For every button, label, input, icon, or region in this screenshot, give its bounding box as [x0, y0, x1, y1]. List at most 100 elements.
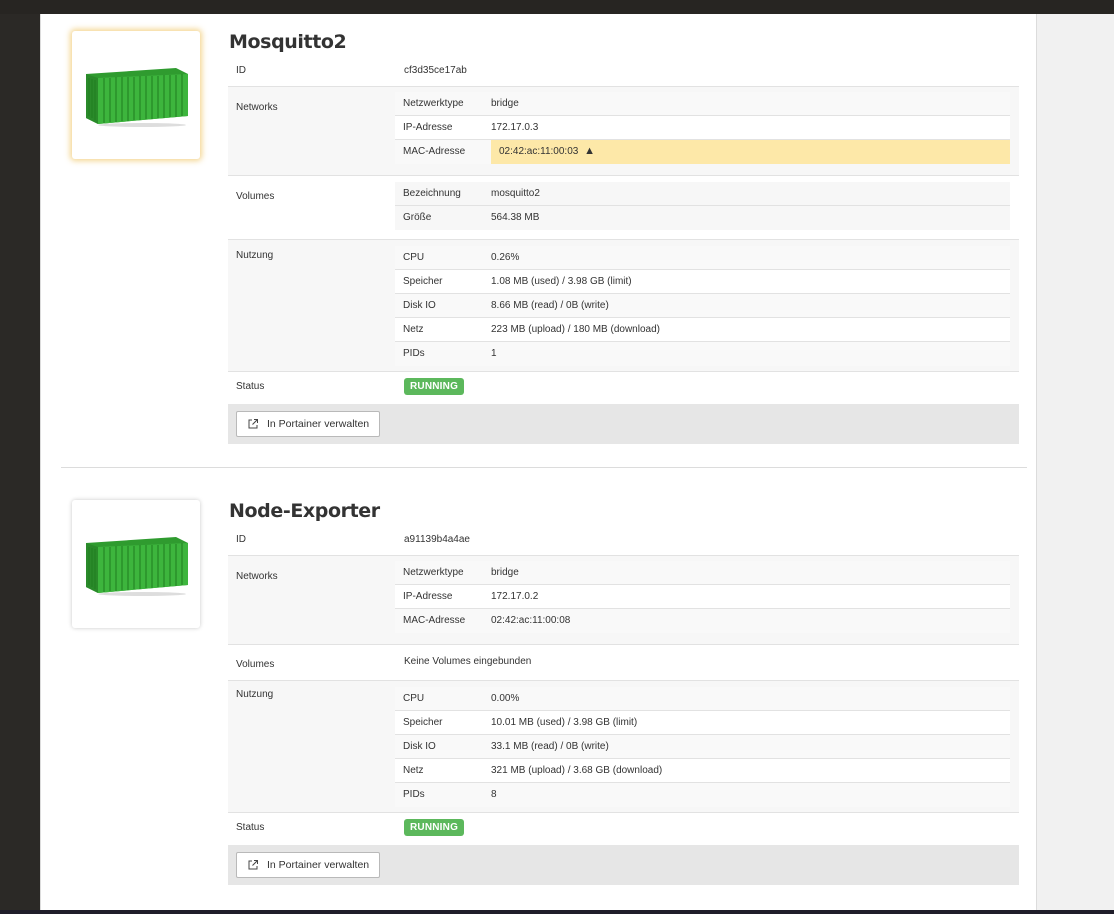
usage-label: Nutzung: [236, 250, 274, 261]
usage-row: Nutzung CPU 0.00% Speicher 10.01 MB (used)…: [228, 681, 1019, 813]
volume-row: Bezeichnung mosquitto2: [395, 182, 1010, 206]
network-value: 172.17.0.2: [491, 591, 539, 602]
warning-triangle-icon[interactable]: ▲: [584, 140, 595, 163]
volume-value: 564.38 MB: [491, 212, 540, 223]
volume-value: mosquitto2: [491, 188, 540, 199]
shipping-container-icon: [86, 68, 188, 127]
networks-label: Networks: [236, 571, 278, 582]
network-key: IP-Adresse: [403, 591, 453, 602]
id-label: ID: [236, 534, 246, 545]
volumes-label: Volumes: [236, 659, 275, 670]
usage-item: Speicher 1.08 MB (used) / 3.98 GB (limit): [395, 270, 1010, 294]
manage-in-portainer-button[interactable]: In Portainer verwalten: [236, 852, 381, 878]
network-row: IP-Adresse 172.17.0.2: [395, 585, 1010, 609]
left-background: [0, 14, 40, 914]
volumes-row: Volumes Bezeichnung mosquitto2 Größe 564…: [228, 176, 1019, 240]
usage-value: 33.1 MB (read) / 0B (write): [491, 741, 609, 752]
section-divider: [61, 467, 1027, 468]
status-badge: RUNNING: [404, 819, 465, 836]
usage-value: 8: [491, 789, 497, 800]
volumes-label: Volumes: [236, 191, 275, 202]
usage-row: Nutzung CPU 0.26% Speicher 1.08 MB (used) …: [228, 240, 1019, 372]
networks-table: Netzwerktype bridge IP-Adresse 172.17.0.…: [395, 92, 1010, 164]
usage-value: 223 MB (upload) / 180 MB (download): [491, 324, 660, 335]
volume-key: Bezeichnung: [403, 188, 461, 199]
right-background: [1037, 14, 1114, 914]
network-value: 02:42:ac:11:00:03: [499, 146, 579, 157]
usage-key: CPU: [403, 693, 425, 704]
usage-value: 1: [491, 348, 497, 359]
external-link-icon: [248, 860, 258, 870]
network-key: Netzwerktype: [403, 567, 464, 578]
usage-item: Disk IO 8.66 MB (read) / 0B (write): [395, 294, 1010, 318]
container-thumbnail: [72, 31, 200, 159]
id-row: ID cf3d35ce17ab: [228, 59, 1019, 87]
usage-key: Disk IO: [403, 300, 436, 311]
usage-item: Speicher 10.01 MB (used) / 3.98 GB (limit…: [395, 711, 1010, 735]
network-key: MAC-Adresse: [403, 146, 466, 157]
usage-value: 0.26%: [491, 252, 520, 263]
status-badge: RUNNING: [404, 378, 465, 395]
status-row: Status RUNNING: [228, 372, 1019, 404]
volume-key: Größe: [403, 212, 432, 223]
network-row: Netzwerktype bridge: [395, 92, 1010, 116]
container-details: Mosquitto2 ID cf3d35ce17ab Networks Netz…: [228, 29, 1019, 444]
content-panel: Mosquitto2 ID cf3d35ce17ab Networks Netz…: [40, 14, 1037, 910]
network-row: IP-Adresse 172.17.0.3: [395, 116, 1010, 140]
usage-item: Netz 321 MB (upload) / 3.68 GB (download): [395, 759, 1010, 783]
volumes-row: Volumes Keine Volumes eingebunden: [228, 645, 1019, 681]
bottom-bar: [0, 910, 1114, 914]
container-id: a91139b4a4ae: [404, 534, 470, 545]
volumes-empty-text: Keine Volumes eingebunden: [404, 656, 532, 667]
network-value-cell: 02:42:ac:11:00:03 ▲: [491, 140, 1010, 164]
usage-key: Speicher: [403, 717, 443, 728]
usage-item: Disk IO 33.1 MB (read) / 0B (write): [395, 735, 1010, 759]
status-row: Status RUNNING: [228, 813, 1019, 845]
usage-value: 1.08 MB (used) / 3.98 GB (limit): [491, 276, 632, 287]
status-label: Status: [236, 822, 265, 833]
manage-button-label: In Portainer verwalten: [267, 418, 370, 430]
volume-row: Größe 564.38 MB: [395, 206, 1010, 230]
usage-table: CPU 0.26% Speicher 1.08 MB (used) / 3.98 G…: [395, 246, 1010, 366]
usage-item: Netz 223 MB (upload) / 180 MB (download): [395, 318, 1010, 342]
action-bar: In Portainer verwalten: [228, 845, 1019, 885]
shipping-container-icon: [86, 537, 188, 596]
container-name: Mosquitto2: [229, 31, 347, 53]
network-value: bridge: [491, 567, 519, 578]
id-row: ID a91139b4a4ae: [228, 528, 1019, 556]
usage-table: CPU 0.00% Speicher 10.01 MB (used) / 3.98 …: [395, 687, 1010, 807]
usage-key: Speicher: [403, 276, 443, 287]
usage-value: 10.01 MB (used) / 3.98 GB (limit): [491, 717, 638, 728]
container-card-node-exporter: Node-Exporter ID a91139b4a4ae Networks N…: [61, 483, 1021, 903]
manage-in-portainer-button[interactable]: In Portainer verwalten: [236, 411, 381, 437]
container-id: cf3d35ce17ab: [404, 65, 467, 76]
container-card-mosquitto2: Mosquitto2 ID cf3d35ce17ab Networks Netz…: [61, 14, 1021, 454]
usage-label: Nutzung: [236, 689, 274, 700]
usage-item: CPU 0.26%: [395, 246, 1010, 270]
usage-key: PIDs: [403, 348, 425, 359]
usage-item: PIDs 8: [395, 783, 1010, 807]
usage-key: PIDs: [403, 789, 425, 800]
network-row: MAC-Adresse 02:42:ac:11:00:08: [395, 609, 1010, 633]
container-thumbnail: [72, 500, 200, 628]
external-link-icon: [248, 419, 258, 429]
network-value: 172.17.0.3: [491, 122, 539, 133]
network-key: Netzwerktype: [403, 98, 464, 109]
network-row: Netzwerktype bridge: [395, 561, 1010, 585]
networks-label: Networks: [236, 102, 278, 113]
usage-key: Netz: [403, 765, 424, 776]
usage-value: 0.00%: [491, 693, 520, 704]
network-key: MAC-Adresse: [403, 615, 466, 626]
network-row-warning: MAC-Adresse 02:42:ac:11:00:03 ▲: [395, 140, 1010, 164]
status-label: Status: [236, 381, 265, 392]
container-name: Node-Exporter: [229, 500, 380, 522]
id-label: ID: [236, 65, 246, 76]
usage-key: Disk IO: [403, 741, 436, 752]
network-value: 02:42:ac:11:00:08: [491, 615, 571, 626]
usage-key: CPU: [403, 252, 425, 263]
usage-value: 8.66 MB (read) / 0B (write): [491, 300, 609, 311]
usage-item: CPU 0.00%: [395, 687, 1010, 711]
top-bar: [0, 0, 1114, 14]
network-key: IP-Adresse: [403, 122, 453, 133]
networks-row: Networks Netzwerktype bridge IP-Adresse …: [228, 556, 1019, 645]
